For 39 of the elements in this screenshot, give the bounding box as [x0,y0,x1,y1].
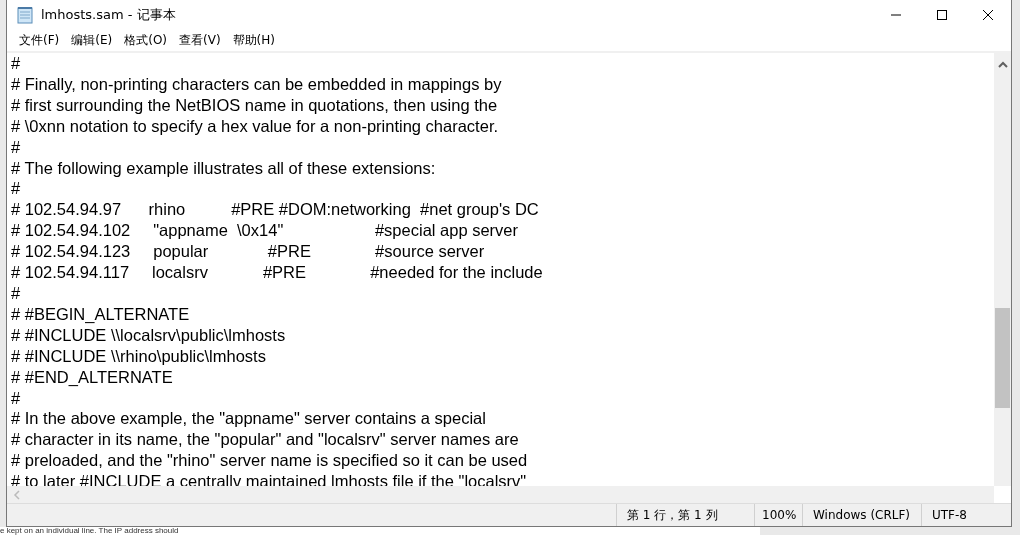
text-line: # [11,387,21,409]
scrollbar-thumb[interactable] [995,308,1010,408]
vertical-scrollbar[interactable] [994,53,1011,486]
text-line: # [11,178,21,200]
scroll-left-icon[interactable] [13,489,21,500]
menu-item[interactable]: 查看(V) [173,32,227,49]
window-title: lmhosts.sam - 记事本 [41,6,176,24]
text-line: # #INCLUDE \\localsrv\public\lmhosts [11,324,286,346]
text-line: # 102.54.94.123 popular #PRE #source server [11,241,485,263]
text-line: # 102.54.94.97 rhino #PRE #DOM:networking #net group's DC [11,199,539,221]
text-line: # 102.54.94.102 "appname \0x14" #special app server [11,220,518,242]
zoom-level: 100% [754,504,802,526]
text-line: # Finally, non-printing characters can be embedded in mappings by [11,73,502,95]
scroll-up-icon[interactable] [998,61,1008,69]
menu-item[interactable]: 编辑(E) [65,32,119,49]
menu-item[interactable]: 帮助(H) [226,32,281,49]
text-line: # [11,53,21,74]
notepad-icon [17,6,33,24]
text-line: # preloaded, and the "rhino" server name is specified so it can be used [11,450,528,472]
cursor-position: 第 1 行，第 1 列 [616,504,754,526]
text-line: # \0xnn notation to specify a hex value for a non-printing character. [11,115,499,137]
close-icon [982,9,994,21]
text-line: # [11,136,21,158]
background-window-text: e kept on an individual line. The IP address should [0,527,179,535]
text-line: # character in its name, the "popular" and "localsrv" server names are [11,429,519,451]
maximize-icon [936,9,948,21]
line-ending: Windows (CRLF) [802,504,921,526]
text-line: # The following example illustrates all of these extensions: [11,157,436,179]
menu-item[interactable]: 格式(O) [118,32,174,49]
text-line: # #BEGIN_ALTERNATE [11,303,190,325]
text-line: # #INCLUDE \\rhino\public\lmhosts [11,345,266,367]
horizontal-scrollbar[interactable] [7,486,994,503]
text-line: # #END_ALTERNATE [11,366,173,388]
menu-item[interactable]: 文件(F) [13,32,66,49]
encoding: UTF-8 [921,504,1011,526]
text-line: # first surrounding the NetBIOS name in quotations, then using the [11,94,498,116]
text-line: # [11,282,21,304]
text-line: # In the above example, the "appname" server contains a special [11,408,486,430]
text-line: # 102.54.94.117 localsrv #PRE #needed for the include [11,262,543,283]
